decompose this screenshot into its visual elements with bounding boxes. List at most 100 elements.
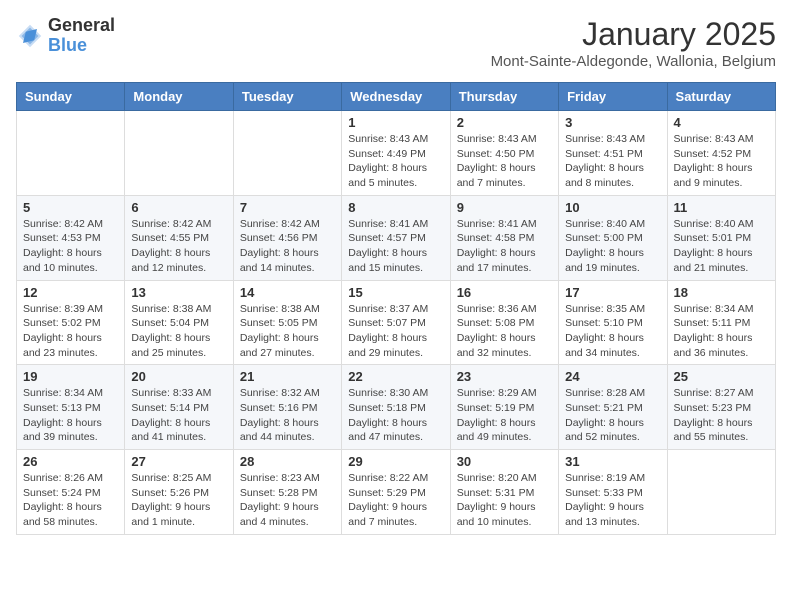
day-info: Sunrise: 8:42 AM Sunset: 4:55 PM Dayligh…: [131, 217, 226, 276]
calendar-cell: 14Sunrise: 8:38 AM Sunset: 5:05 PM Dayli…: [233, 280, 341, 365]
day-info: Sunrise: 8:41 AM Sunset: 4:58 PM Dayligh…: [457, 217, 552, 276]
logo: General Blue: [16, 16, 115, 56]
calendar-cell: 12Sunrise: 8:39 AM Sunset: 5:02 PM Dayli…: [17, 280, 125, 365]
day-info: Sunrise: 8:26 AM Sunset: 5:24 PM Dayligh…: [23, 471, 118, 530]
day-number: 27: [131, 454, 226, 469]
calendar-cell: 25 Sunrise: 8:27 AM Sunset: 5:23 PM Dayli…: [667, 365, 775, 450]
calendar-cell: 24 Sunrise: 8:28 AM Sunset: 5:21 PM Dayli…: [559, 365, 667, 450]
day-info: Sunrise: 8:34 AM Sunset: 5:13 PM Dayligh…: [23, 386, 118, 445]
calendar-cell: 31 Sunrise: 8:19 AM Sunset: 5:33 PM Dayli…: [559, 450, 667, 535]
calendar-cell: 4 Sunrise: 8:43 AM Sunset: 4:52 PM Daylig…: [667, 111, 775, 196]
day-info: Sunrise: 8:40 AM Sunset: 5:01 PM Dayligh…: [674, 217, 769, 276]
calendar-cell: 16 Sunrise: 8:36 AM Sunset: 5:08 PM Dayli…: [450, 280, 558, 365]
day-info: Sunrise: 8:29 AM Sunset: 5:19 PM Dayligh…: [457, 386, 552, 445]
calendar-cell: 21 Sunrise: 8:32 AM Sunset: 5:16 PM Dayli…: [233, 365, 341, 450]
day-number: 19: [23, 369, 118, 384]
title-block: January 2025 Mont-Sainte-Aldegonde, Wall…: [491, 16, 776, 70]
calendar-cell: [17, 111, 125, 196]
calendar-cell: 7Sunrise: 8:42 AM Sunset: 4:56 PM Daylig…: [233, 195, 341, 280]
day-number: 20: [131, 369, 226, 384]
day-number: 29: [348, 454, 443, 469]
calendar-body: 1Sunrise: 8:43 AM Sunset: 4:49 PM Daylig…: [17, 111, 776, 535]
day-number: 23: [457, 369, 552, 384]
day-number: 10: [565, 200, 660, 215]
logo-blue: Blue: [48, 36, 115, 56]
day-info: Sunrise: 8:39 AM Sunset: 5:02 PM Dayligh…: [23, 302, 118, 361]
day-info: Sunrise: 8:32 AM Sunset: 5:16 PM Dayligh…: [240, 386, 335, 445]
day-number: 6: [131, 200, 226, 215]
day-number: 22: [348, 369, 443, 384]
day-number: 7: [240, 200, 335, 215]
day-info: Sunrise: 8:41 AM Sunset: 4:57 PM Dayligh…: [348, 217, 443, 276]
weekday-header-sunday: Sunday: [17, 83, 125, 111]
day-info: Sunrise: 8:34 AM Sunset: 5:11 PM Dayligh…: [674, 302, 769, 361]
calendar-week-row: 5 Sunrise: 8:42 AM Sunset: 4:53 PM Daylig…: [17, 195, 776, 280]
day-number: 3: [565, 115, 660, 130]
logo-general: General: [48, 16, 115, 36]
day-number: 4: [674, 115, 769, 130]
day-number: 21: [240, 369, 335, 384]
day-number: 14: [240, 285, 335, 300]
day-info: Sunrise: 8:27 AM Sunset: 5:23 PM Dayligh…: [674, 386, 769, 445]
calendar-week-row: 19 Sunrise: 8:34 AM Sunset: 5:13 PM Dayli…: [17, 365, 776, 450]
weekday-header-thursday: Thursday: [450, 83, 558, 111]
calendar-cell: 1Sunrise: 8:43 AM Sunset: 4:49 PM Daylig…: [342, 111, 450, 196]
day-number: 25: [674, 369, 769, 384]
calendar-cell: 6 Sunrise: 8:42 AM Sunset: 4:55 PM Daylig…: [125, 195, 233, 280]
logo-icon: [16, 22, 44, 50]
calendar-cell: 19 Sunrise: 8:34 AM Sunset: 5:13 PM Dayli…: [17, 365, 125, 450]
day-info: Sunrise: 8:33 AM Sunset: 5:14 PM Dayligh…: [131, 386, 226, 445]
calendar-table: SundayMondayTuesdayWednesdayThursdayFrid…: [16, 82, 776, 535]
weekday-header-row: SundayMondayTuesdayWednesdayThursdayFrid…: [17, 83, 776, 111]
calendar-cell: 26 Sunrise: 8:26 AM Sunset: 5:24 PM Dayli…: [17, 450, 125, 535]
calendar-cell: 29Sunrise: 8:22 AM Sunset: 5:29 PM Dayli…: [342, 450, 450, 535]
logo-text: General Blue: [48, 16, 115, 56]
day-info: Sunrise: 8:36 AM Sunset: 5:08 PM Dayligh…: [457, 302, 552, 361]
day-info: Sunrise: 8:35 AM Sunset: 5:10 PM Dayligh…: [565, 302, 660, 361]
day-number: 2: [457, 115, 552, 130]
calendar-cell: 3Sunrise: 8:43 AM Sunset: 4:51 PM Daylig…: [559, 111, 667, 196]
calendar-cell: 17 Sunrise: 8:35 AM Sunset: 5:10 PM Dayli…: [559, 280, 667, 365]
month-title: January 2025: [491, 16, 776, 53]
day-info: Sunrise: 8:30 AM Sunset: 5:18 PM Dayligh…: [348, 386, 443, 445]
day-info: Sunrise: 8:43 AM Sunset: 4:50 PM Dayligh…: [457, 132, 552, 191]
day-number: 16: [457, 285, 552, 300]
calendar-header: SundayMondayTuesdayWednesdayThursdayFrid…: [17, 83, 776, 111]
calendar-cell: 18 Sunrise: 8:34 AM Sunset: 5:11 PM Dayli…: [667, 280, 775, 365]
calendar-cell: [125, 111, 233, 196]
day-number: 9: [457, 200, 552, 215]
calendar-cell: 20 Sunrise: 8:33 AM Sunset: 5:14 PM Dayli…: [125, 365, 233, 450]
calendar-cell: 13Sunrise: 8:38 AM Sunset: 5:04 PM Dayli…: [125, 280, 233, 365]
calendar-cell: 27 Sunrise: 8:25 AM Sunset: 5:26 PM Dayli…: [125, 450, 233, 535]
day-number: 17: [565, 285, 660, 300]
day-number: 8: [348, 200, 443, 215]
day-number: 24: [565, 369, 660, 384]
day-info: Sunrise: 8:43 AM Sunset: 4:52 PM Dayligh…: [674, 132, 769, 191]
day-number: 1: [348, 115, 443, 130]
day-number: 31: [565, 454, 660, 469]
location-subtitle: Mont-Sainte-Aldegonde, Wallonia, Belgium: [491, 53, 776, 70]
day-info: Sunrise: 8:28 AM Sunset: 5:21 PM Dayligh…: [565, 386, 660, 445]
day-number: 18: [674, 285, 769, 300]
day-info: Sunrise: 8:38 AM Sunset: 5:04 PM Dayligh…: [131, 302, 226, 361]
day-info: Sunrise: 8:19 AM Sunset: 5:33 PM Dayligh…: [565, 471, 660, 530]
calendar-cell: [667, 450, 775, 535]
weekday-header-friday: Friday: [559, 83, 667, 111]
day-number: 26: [23, 454, 118, 469]
calendar-week-row: 26 Sunrise: 8:26 AM Sunset: 5:24 PM Dayli…: [17, 450, 776, 535]
day-info: Sunrise: 8:23 AM Sunset: 5:28 PM Dayligh…: [240, 471, 335, 530]
calendar-cell: 11Sunrise: 8:40 AM Sunset: 5:01 PM Dayli…: [667, 195, 775, 280]
calendar-cell: 10Sunrise: 8:40 AM Sunset: 5:00 PM Dayli…: [559, 195, 667, 280]
calendar-cell: 5 Sunrise: 8:42 AM Sunset: 4:53 PM Daylig…: [17, 195, 125, 280]
weekday-header-saturday: Saturday: [667, 83, 775, 111]
calendar-cell: 28Sunrise: 8:23 AM Sunset: 5:28 PM Dayli…: [233, 450, 341, 535]
day-info: Sunrise: 8:25 AM Sunset: 5:26 PM Dayligh…: [131, 471, 226, 530]
calendar-cell: [233, 111, 341, 196]
day-info: Sunrise: 8:20 AM Sunset: 5:31 PM Dayligh…: [457, 471, 552, 530]
day-info: Sunrise: 8:37 AM Sunset: 5:07 PM Dayligh…: [348, 302, 443, 361]
day-number: 5: [23, 200, 118, 215]
calendar-cell: 9 Sunrise: 8:41 AM Sunset: 4:58 PM Daylig…: [450, 195, 558, 280]
calendar-cell: 2 Sunrise: 8:43 AM Sunset: 4:50 PM Daylig…: [450, 111, 558, 196]
calendar-week-row: 1Sunrise: 8:43 AM Sunset: 4:49 PM Daylig…: [17, 111, 776, 196]
day-info: Sunrise: 8:42 AM Sunset: 4:53 PM Dayligh…: [23, 217, 118, 276]
